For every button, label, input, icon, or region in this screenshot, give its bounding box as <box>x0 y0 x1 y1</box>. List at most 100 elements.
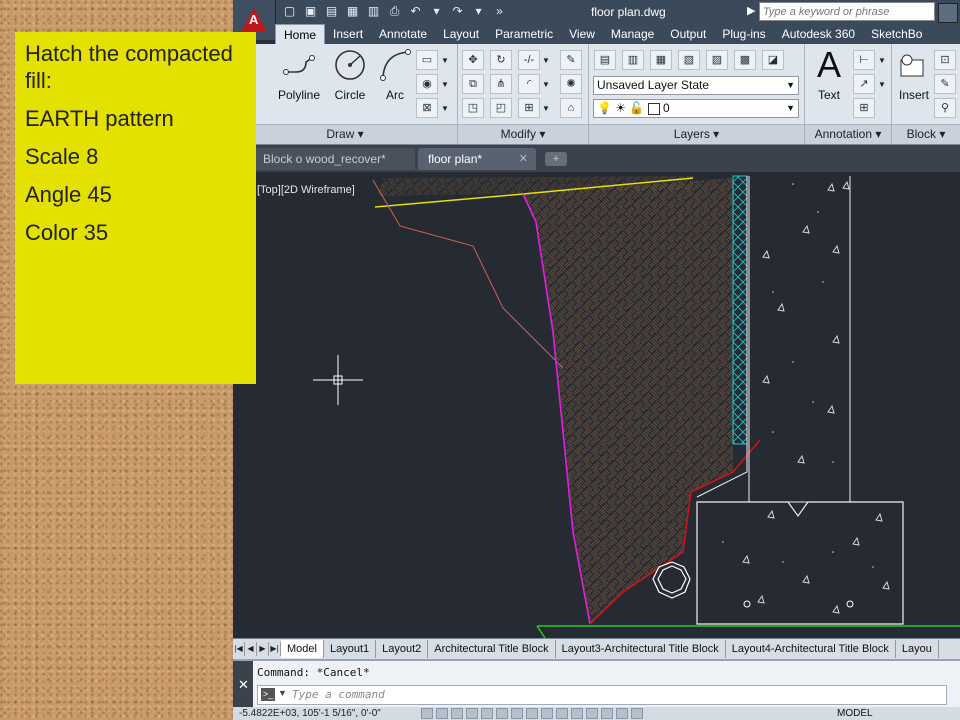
dropdown-icon[interactable]: ▼ <box>542 104 550 113</box>
polar-icon[interactable] <box>481 708 493 719</box>
tab-layout[interactable]: Layout <box>435 24 487 44</box>
layout-tab-layout3[interactable]: Layout3-Architectural Title Block <box>556 640 726 658</box>
dropdown-icon[interactable]: ▼ <box>441 80 449 89</box>
tab-parametric[interactable]: Parametric <box>487 24 561 44</box>
array-icon[interactable]: ⊞ <box>518 98 540 118</box>
first-tab-icon[interactable]: |◀ <box>233 642 245 656</box>
offset-icon[interactable]: ⌂ <box>560 98 582 118</box>
search-button[interactable] <box>938 3 958 23</box>
move-icon[interactable]: ✥ <box>462 50 484 70</box>
layer-isolate-icon[interactable]: ▨ <box>706 50 728 70</box>
overflow-icon[interactable]: » <box>491 3 508 20</box>
sc-icon[interactable] <box>616 708 628 719</box>
otrack-icon[interactable] <box>526 708 538 719</box>
layer-off-icon[interactable]: ◪ <box>762 50 784 70</box>
tab-insert[interactable]: Insert <box>325 24 371 44</box>
fillet-icon[interactable]: ◜ <box>518 74 540 94</box>
save-icon[interactable]: ▦ <box>344 3 361 20</box>
stretch-icon[interactable]: ◳ <box>462 98 484 118</box>
tab-view[interactable]: View <box>561 24 603 44</box>
block-panel-title[interactable]: Block ▾ <box>892 124 960 144</box>
undo-icon[interactable]: ↶ <box>407 3 424 20</box>
layer-states-icon[interactable]: ▥ <box>622 50 644 70</box>
edit-attributes-icon[interactable]: ⚲ <box>934 98 956 118</box>
layout-tab-model[interactable]: Model <box>281 640 324 658</box>
save-as-icon[interactable]: ▤ <box>323 3 340 20</box>
edit-block-icon[interactable]: ✎ <box>934 74 956 94</box>
tab-sketchbook[interactable]: SketchBo <box>863 24 930 44</box>
redo-icon[interactable]: ↷ <box>449 3 466 20</box>
trim-icon[interactable]: -/- <box>518 50 540 70</box>
print-icon[interactable]: ⎙ <box>386 3 403 20</box>
hatch-icon[interactable]: ◉ <box>416 74 438 94</box>
layer-freeze-icon[interactable]: ▩ <box>734 50 756 70</box>
erase-icon[interactable]: ✎ <box>560 50 582 70</box>
layer-match-icon[interactable]: ▦ <box>650 50 672 70</box>
create-block-icon[interactable]: ⊡ <box>934 50 956 70</box>
current-layer-select[interactable]: 💡 ☀ 🔓 0 ▼ <box>593 99 799 118</box>
close-icon[interactable]: ✕ <box>519 148 528 170</box>
transparency-icon[interactable] <box>586 708 598 719</box>
new-icon[interactable]: ▢ <box>281 3 298 20</box>
next-tab-icon[interactable]: ▶ <box>257 642 269 656</box>
new-tab-button[interactable]: + <box>545 152 567 166</box>
explode-icon[interactable]: ✺ <box>560 74 582 94</box>
scale-icon[interactable]: ◰ <box>490 98 512 118</box>
command-input[interactable]: >_ ▼ Type a command <box>257 685 947 705</box>
layer-state-select[interactable]: Unsaved Layer State ▼ <box>593 76 799 95</box>
rectangle-icon[interactable]: ▭ <box>416 50 438 70</box>
dimension-icon[interactable]: ⊢ <box>853 50 875 70</box>
annotation-panel-title[interactable]: Annotation ▾ <box>805 124 891 144</box>
modify-panel-title[interactable]: Modify ▾ <box>458 124 588 144</box>
ducs-icon[interactable] <box>541 708 553 719</box>
dropdown-icon[interactable]: ▼ <box>878 80 886 89</box>
close-icon[interactable]: ✕ <box>238 677 249 693</box>
circle-tool[interactable]: Circle <box>327 48 373 102</box>
qp-icon[interactable] <box>601 708 613 719</box>
region-icon[interactable]: ⊠ <box>416 98 438 118</box>
search-input[interactable]: Type a keyword or phrase <box>759 2 935 21</box>
copy-icon[interactable]: ⧉ <box>462 74 484 94</box>
polyline-tool[interactable]: Polyline <box>273 48 325 102</box>
title-arrow-icon[interactable]: ▶ <box>747 4 755 17</box>
dropdown-icon[interactable]: ▼ <box>542 56 550 65</box>
text-tool[interactable]: A Text <box>807 47 851 103</box>
snap-icon[interactable] <box>436 708 448 719</box>
3dosnap-icon[interactable] <box>511 708 523 719</box>
tab-home[interactable]: Home <box>275 24 326 44</box>
dropdown-icon[interactable]: ▼ <box>441 56 449 65</box>
draw-panel-title[interactable]: Draw ▾ <box>233 124 457 144</box>
leader-icon[interactable]: ↗ <box>853 74 875 94</box>
osnap-icon[interactable] <box>496 708 508 719</box>
am-icon[interactable] <box>631 708 643 719</box>
model-space-button[interactable]: MODEL <box>837 707 873 720</box>
file-tab-floor-plan[interactable]: floor plan* ✕ <box>418 148 536 170</box>
tab-manage[interactable]: Manage <box>603 24 662 44</box>
chevron-down-icon[interactable]: ▼ <box>278 688 287 698</box>
plot-icon[interactable]: ▥ <box>365 3 382 20</box>
lineweight-icon[interactable] <box>571 708 583 719</box>
rotate-icon[interactable]: ↻ <box>490 50 512 70</box>
last-tab-icon[interactable]: ▶| <box>269 642 281 656</box>
tab-plugins[interactable]: Plug-ins <box>714 24 773 44</box>
insert-tool[interactable]: Insert <box>894 48 934 102</box>
command-grip[interactable]: ✕ <box>233 661 253 709</box>
tab-annotate[interactable]: Annotate <box>371 24 435 44</box>
dropdown-icon[interactable]: ▾ <box>470 3 487 20</box>
layout-tab-layout2[interactable]: Layout2 <box>376 640 429 658</box>
viewport-controls[interactable]: [Top][2D Wireframe] <box>257 184 355 196</box>
layout-tab-architectural-title-block[interactable]: Architectural Title Block <box>428 640 556 658</box>
tab-autodesk-360[interactable]: Autodesk 360 <box>774 24 863 44</box>
file-tab-block-o-wood[interactable]: Block o wood_recover* <box>253 148 415 170</box>
drawing-canvas[interactable]: [Top][2D Wireframe] <box>233 172 960 638</box>
infer-icon[interactable] <box>421 708 433 719</box>
dropdown-icon[interactable]: ▼ <box>542 80 550 89</box>
layers-panel-title[interactable]: Layers ▾ <box>589 124 804 144</box>
table-icon[interactable]: ⊞ <box>853 98 875 118</box>
dropdown-icon[interactable]: ▼ <box>878 56 886 65</box>
dyn-icon[interactable] <box>556 708 568 719</box>
arc-tool[interactable]: Arc <box>372 48 418 102</box>
layer-previous-icon[interactable]: ▧ <box>678 50 700 70</box>
ortho-icon[interactable] <box>466 708 478 719</box>
layout-tab-layout1[interactable]: Layout1 <box>324 640 377 658</box>
